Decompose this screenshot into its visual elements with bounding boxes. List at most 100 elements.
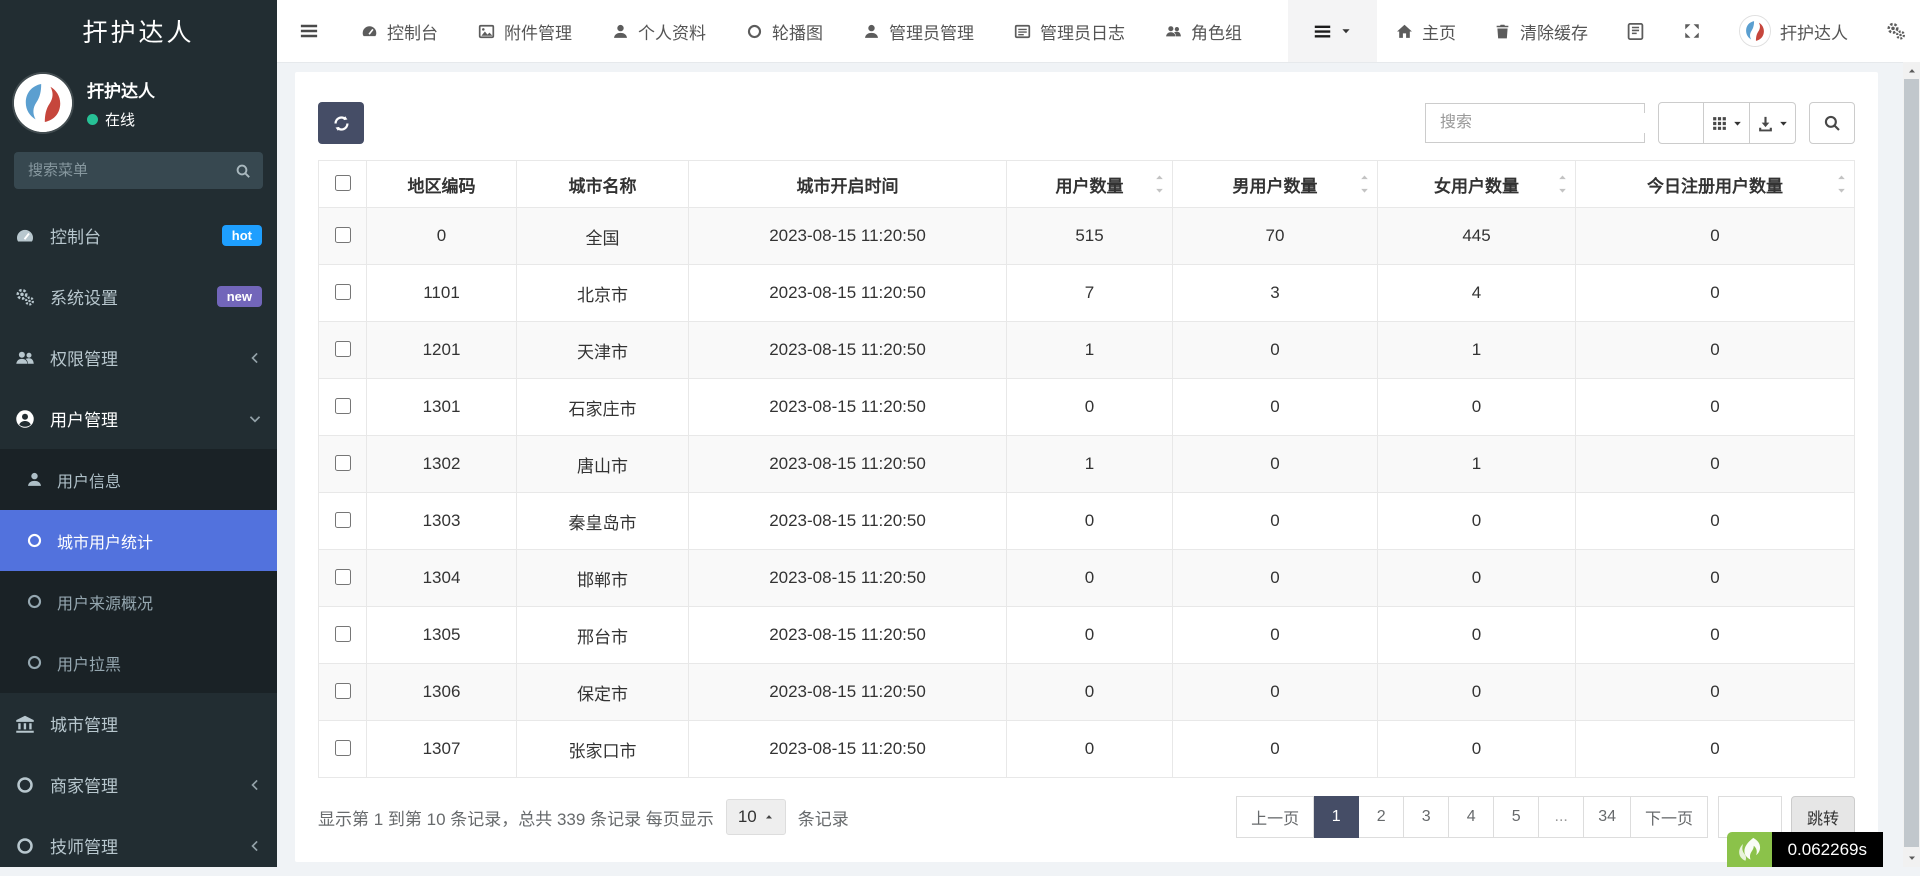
table-row[interactable]: 1306保定市2023-08-15 11:20:500000	[319, 664, 1855, 721]
export-button[interactable]	[1750, 102, 1796, 144]
topnav-item[interactable]: 附件管理	[458, 0, 592, 62]
circle-icon	[26, 532, 43, 549]
table-row[interactable]: 1305邢台市2023-08-15 11:20:500000	[319, 607, 1855, 664]
column-header[interactable]: 女用户数量	[1378, 161, 1576, 208]
fullscreen-button[interactable]	[1664, 0, 1720, 62]
sidebar-subitem-label: 用户信息	[57, 468, 121, 492]
sidebar-item[interactable]: 城市管理	[0, 693, 277, 754]
topnav-item[interactable]: 管理员日志	[994, 0, 1145, 62]
table-cell: 0	[367, 208, 517, 265]
table-row[interactable]: 1307张家口市2023-08-15 11:20:500000	[319, 721, 1855, 778]
column-header: 地区编码	[367, 161, 517, 208]
clear-cache-button[interactable]: 清除缓存	[1475, 0, 1607, 62]
row-checkbox[interactable]	[335, 740, 351, 756]
user-menu-button[interactable]: 扞护达人	[1720, 0, 1867, 62]
topnav-item[interactable]: 管理员管理	[843, 0, 994, 62]
sidebar-subitem[interactable]: 城市用户统计	[0, 510, 277, 571]
sidebar-subitem[interactable]: 用户信息	[0, 449, 277, 510]
scrollbar-thumb[interactable]	[1904, 79, 1919, 847]
table-row[interactable]: 1301石家庄市2023-08-15 11:20:500000	[319, 379, 1855, 436]
table-row[interactable]: 1101北京市2023-08-15 11:20:507340	[319, 265, 1855, 322]
sidebar-subitem[interactable]: 用户来源概况	[0, 571, 277, 632]
topnav-item[interactable]: 角色组	[1145, 0, 1262, 62]
row-checkbox[interactable]	[335, 683, 351, 699]
table-cell: 0	[1007, 550, 1173, 607]
prev-page-button[interactable]: 上一页	[1236, 796, 1314, 838]
table-row[interactable]: 1303秦皇岛市2023-08-15 11:20:500000	[319, 493, 1855, 550]
table-row[interactable]: 1302唐山市2023-08-15 11:20:501010	[319, 436, 1855, 493]
row-checkbox[interactable]	[335, 626, 351, 642]
sort-arrows-icon[interactable]	[1836, 172, 1847, 196]
table-cell: 0	[1576, 322, 1855, 379]
vertical-scrollbar[interactable]	[1903, 62, 1920, 867]
search-icon[interactable]	[235, 163, 251, 179]
table-cell: 保定市	[517, 664, 689, 721]
sort-arrows-icon[interactable]	[1154, 172, 1165, 196]
sidebar-item[interactable]: 权限管理	[0, 327, 277, 388]
next-page-button[interactable]: 下一页	[1631, 796, 1708, 838]
table-cell: 0	[1576, 265, 1855, 322]
page-button[interactable]: 2	[1359, 796, 1404, 838]
sort-arrows-icon[interactable]	[1359, 172, 1370, 196]
topnav-item[interactable]: 控制台	[341, 0, 458, 62]
refresh-button[interactable]	[318, 102, 364, 144]
row-checkbox[interactable]	[335, 398, 351, 414]
sidebar-item[interactable]: 用户管理	[0, 388, 277, 449]
topnav-item[interactable]: 个人资料	[592, 0, 726, 62]
column-header[interactable]: 今日注册用户数量	[1576, 161, 1855, 208]
sidebar-search	[14, 152, 263, 189]
table-row[interactable]: 1304邯郸市2023-08-15 11:20:500000	[319, 550, 1855, 607]
page-button[interactable]: 4	[1449, 796, 1494, 838]
home-button[interactable]: 主页	[1377, 0, 1475, 62]
sidebar-subitem[interactable]: 用户拉黑	[0, 632, 277, 693]
row-checkbox[interactable]	[335, 284, 351, 300]
table-row[interactable]: 0全国2023-08-15 11:20:50515704450	[319, 208, 1855, 265]
sidebar-toggle-button[interactable]	[277, 0, 341, 62]
toggle-view-button[interactable]	[1658, 102, 1704, 144]
row-checkbox[interactable]	[335, 512, 351, 528]
pagination-info-text: 显示第 1 到第 10 条记录，总共 339 条记录 每页显示	[318, 805, 714, 830]
table-search-input[interactable]	[1438, 113, 1649, 133]
topnav-item-label: 管理员管理	[889, 19, 974, 44]
sidebar-item-label: 商家管理	[50, 772, 233, 797]
sidebar-search-input[interactable]	[26, 161, 235, 180]
page-button[interactable]: 5	[1494, 796, 1539, 838]
row-checkbox[interactable]	[335, 569, 351, 585]
debug-toolbar[interactable]: 0.062269s	[1727, 832, 1883, 867]
tabs-dropdown-button[interactable]	[1288, 0, 1377, 62]
chevron-left-icon	[248, 351, 262, 365]
caret-down-icon	[1557, 185, 1568, 196]
table-cell: 0	[1007, 607, 1173, 664]
search-toggle-button[interactable]	[1809, 102, 1855, 144]
scroll-up-arrow-icon[interactable]	[1903, 62, 1920, 79]
page-button[interactable]: 34	[1584, 796, 1631, 838]
table-cell: 北京市	[517, 265, 689, 322]
page-button[interactable]: 1	[1314, 796, 1359, 838]
row-checkbox[interactable]	[335, 227, 351, 243]
topnav-item-label: 控制台	[387, 19, 438, 44]
sidebar-item[interactable]: 商家管理	[0, 754, 277, 815]
caret-down-icon	[1340, 25, 1352, 37]
column-header-label: 用户数量	[1056, 177, 1124, 196]
page-size-select[interactable]: 10	[726, 799, 786, 835]
row-checkbox[interactable]	[335, 341, 351, 357]
settings-button[interactable]	[1867, 0, 1920, 62]
page-button[interactable]: 3	[1404, 796, 1449, 838]
language-button[interactable]	[1607, 0, 1664, 62]
user-name: 扞护达人	[87, 77, 155, 102]
sidebar-item[interactable]: 系统设置new	[0, 266, 277, 327]
sidebar-submenu: 用户信息城市用户统计用户来源概况用户拉黑	[0, 449, 277, 693]
topnav-item[interactable]: 轮播图	[726, 0, 843, 62]
scroll-down-arrow-icon[interactable]	[1903, 849, 1920, 866]
table-row[interactable]: 1201天津市2023-08-15 11:20:501010	[319, 322, 1855, 379]
columns-button[interactable]	[1704, 102, 1750, 144]
refresh-icon	[332, 114, 351, 133]
sidebar-item[interactable]: 控制台hot	[0, 205, 277, 266]
column-header[interactable]: 男用户数量	[1173, 161, 1378, 208]
column-header[interactable]: 用户数量	[1007, 161, 1173, 208]
sidebar: 扞护达人 扞护达人 在线 控制台hot系统设置new权限管理用户管理用户信息城市…	[0, 0, 277, 867]
select-all-checkbox[interactable]	[335, 175, 351, 191]
sort-arrows-icon[interactable]	[1557, 172, 1568, 196]
row-checkbox[interactable]	[335, 455, 351, 471]
home-label: 主页	[1422, 19, 1456, 44]
